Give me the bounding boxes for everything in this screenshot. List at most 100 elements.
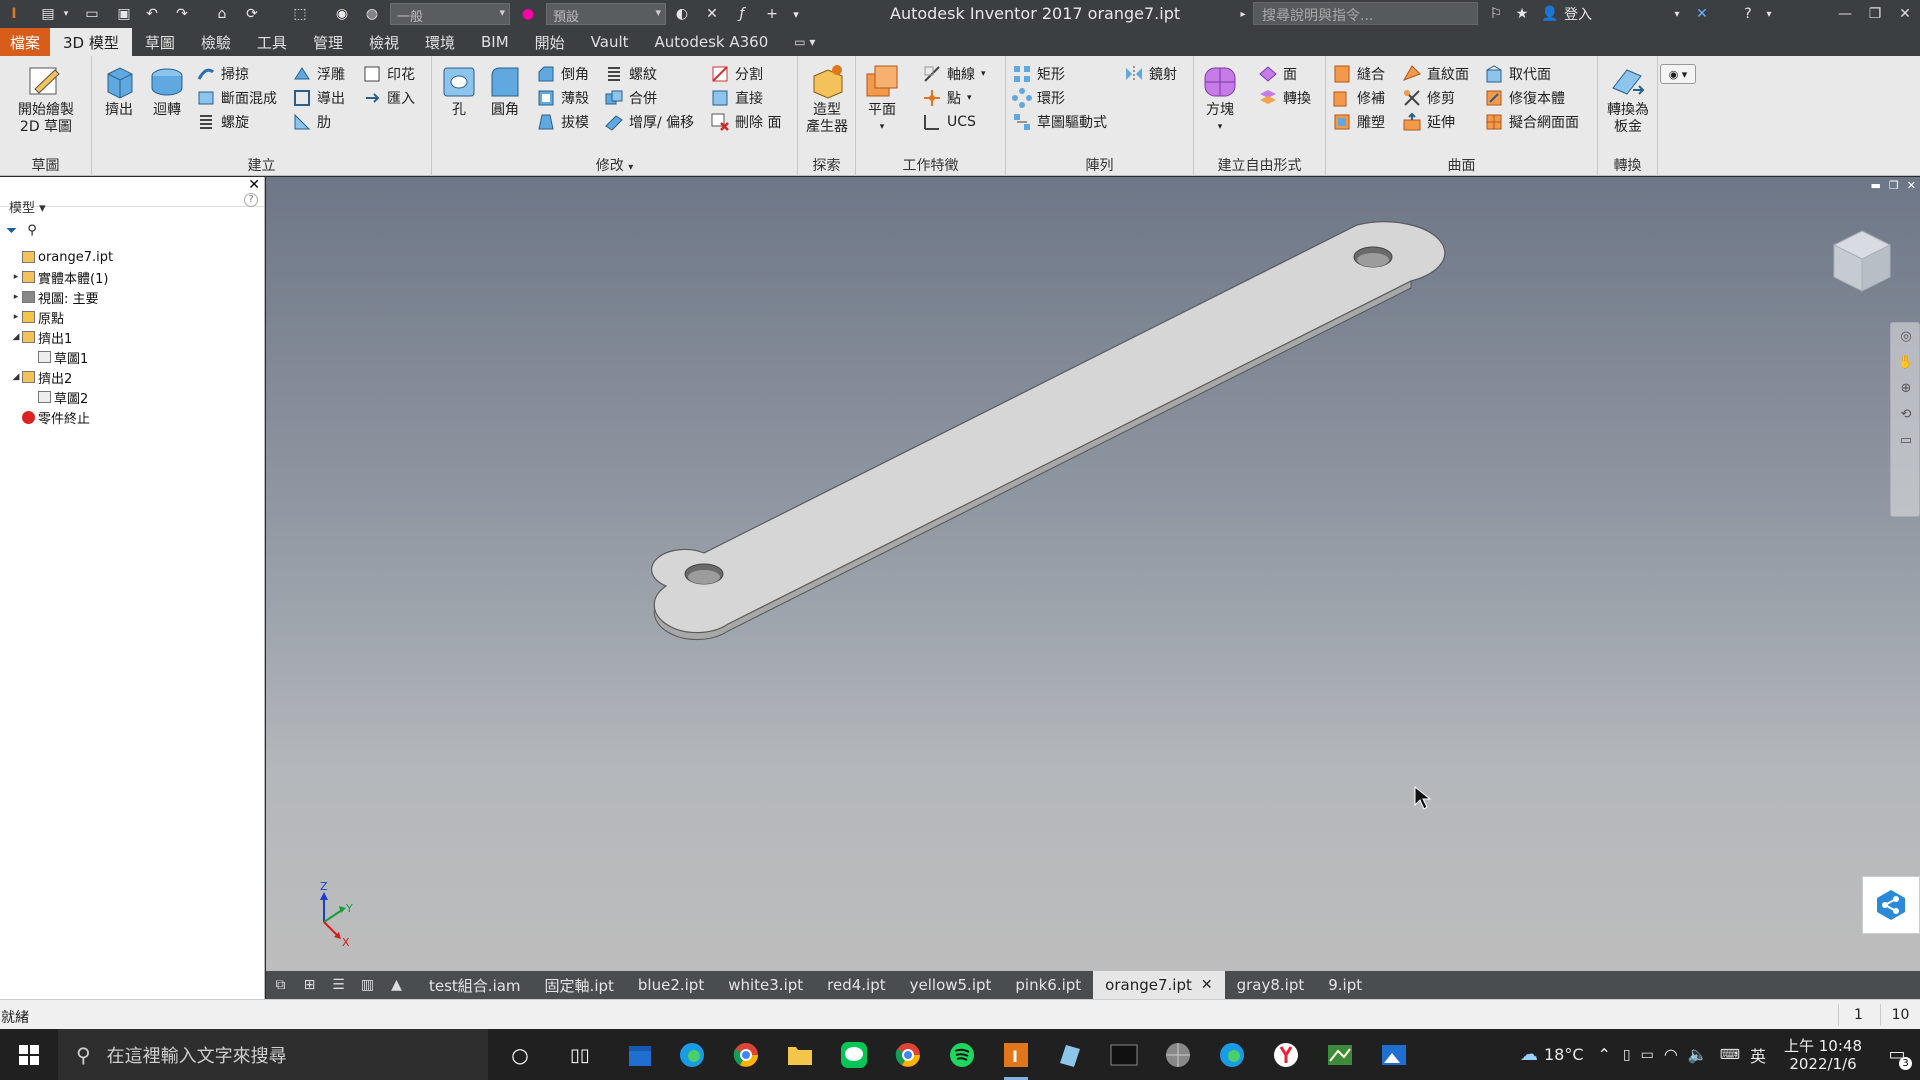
- tree-expander-icon[interactable]: ▸: [10, 272, 22, 282]
- add-icon[interactable]: +: [760, 4, 784, 24]
- globe-app-icon[interactable]: [1160, 1037, 1196, 1073]
- battery-icon[interactable]: ▭: [1641, 1047, 1654, 1063]
- help-icon[interactable]: ?: [1736, 4, 1760, 24]
- shell-button[interactable]: 薄殼: [536, 86, 589, 110]
- ribbon-tab[interactable]: 檢驗: [188, 28, 244, 56]
- update-icon[interactable]: ⟳: [240, 4, 264, 24]
- ribbon-tab[interactable]: 管理: [300, 28, 356, 56]
- document-tab[interactable]: blue2.ipt: [626, 971, 716, 999]
- mirror-button[interactable]: 鏡射: [1124, 62, 1177, 86]
- draft-button[interactable]: 拔模: [536, 110, 589, 134]
- arrange-windows-icon[interactable]: ⊞: [295, 971, 324, 999]
- exchange-icon[interactable]: ✕: [1690, 4, 1714, 24]
- home-icon[interactable]: ⌂: [210, 4, 234, 24]
- document-tab[interactable]: test組合.iam: [417, 971, 533, 999]
- ribbon-tab[interactable]: Vault: [578, 28, 642, 56]
- rib-button[interactable]: 肋: [292, 110, 331, 134]
- modify-panel-dropdown-icon[interactable]: ▾: [628, 162, 633, 173]
- combine-button[interactable]: 合併: [604, 86, 657, 110]
- volume-icon[interactable]: 🔈: [1688, 1045, 1708, 1064]
- split-button[interactable]: 分割: [710, 62, 763, 86]
- material-combo[interactable]: 預設: [546, 3, 666, 25]
- photo-app-icon[interactable]: [1322, 1037, 1358, 1073]
- customize-quick-access-icon[interactable]: ▾: [786, 4, 806, 24]
- network-icon[interactable]: ◠: [1664, 1045, 1678, 1064]
- replace-face-button[interactable]: 取代面: [1484, 62, 1551, 86]
- part-model[interactable]: [266, 177, 1920, 971]
- ribbon-tab[interactable]: BIM: [468, 28, 522, 56]
- tree-node[interactable]: ◢ 擠出1: [0, 327, 265, 347]
- repair-bodies-button[interactable]: 修復本體: [1484, 86, 1565, 110]
- ruled-surface-button[interactable]: 直紋面: [1402, 62, 1469, 86]
- emboss-button[interactable]: 浮雕: [292, 62, 345, 86]
- tree-node[interactable]: ▸ 原點: [0, 307, 265, 327]
- axis-button[interactable]: 軸線 ▾: [922, 62, 986, 86]
- spotify-icon[interactable]: [944, 1037, 980, 1073]
- ribbon-tab[interactable]: 3D 模型: [50, 28, 132, 56]
- sweep-button[interactable]: 掃掠: [196, 62, 249, 86]
- cortana-icon[interactable]: ○: [502, 1037, 538, 1073]
- close-icon[interactable]: ✕: [1890, 0, 1920, 28]
- sculpt-button[interactable]: 雕塑: [1332, 110, 1385, 134]
- material-icon[interactable]: ◉: [330, 4, 354, 24]
- document-tab[interactable]: white3.ipt: [716, 971, 815, 999]
- document-tab[interactable]: 固定軸.ipt: [533, 971, 626, 999]
- chrome-icon[interactable]: [890, 1037, 926, 1073]
- orbit-icon[interactable]: ⟲: [1891, 401, 1920, 427]
- tile-vertical-icon[interactable]: ▥: [353, 971, 382, 999]
- tree-node[interactable]: ▸ 實體本體(1): [0, 267, 265, 287]
- tree-expander-icon[interactable]: ▸: [10, 312, 22, 322]
- undo-icon[interactable]: ↶: [140, 4, 164, 24]
- document-tab[interactable]: gray8.ipt: [1225, 971, 1317, 999]
- clear-appearance-icon[interactable]: ✕: [700, 4, 724, 24]
- weather-temp[interactable]: 18°C: [1544, 1045, 1584, 1064]
- patch-button[interactable]: 修補: [1332, 86, 1385, 110]
- signin-link[interactable]: 登入: [1564, 4, 1604, 24]
- look-at-icon[interactable]: ▭: [1891, 427, 1920, 453]
- viewport-restore-icon[interactable]: ❐: [1889, 179, 1899, 192]
- cascade-windows-icon[interactable]: ⧉: [266, 971, 295, 999]
- appearance-icon[interactable]: ◍: [360, 4, 384, 24]
- autodesk-app-icon[interactable]: ⚐: [1484, 4, 1508, 24]
- convert-to-sheet-metal-button[interactable]: 轉換為 板金: [1602, 62, 1654, 136]
- shape-generator-button[interactable]: 造型 產生器: [802, 62, 852, 136]
- filter-icon[interactable]: ⏷: [6, 223, 17, 239]
- pan-icon[interactable]: ✋: [1891, 349, 1920, 375]
- ribbon-tab[interactable]: 工具: [244, 28, 300, 56]
- point-button[interactable]: 點 ▾: [922, 86, 972, 110]
- taskbar-search-box[interactable]: ⚲ 在這裡輸入文字來搜尋: [58, 1029, 488, 1080]
- help-dropdown-icon[interactable]: ▾: [1762, 4, 1776, 24]
- chamfer-button[interactable]: 倒角: [536, 62, 589, 86]
- extend-button[interactable]: 延伸: [1402, 110, 1455, 134]
- file-explorer-icon[interactable]: [782, 1037, 818, 1073]
- document-list-icon[interactable]: ▲: [382, 971, 411, 999]
- tray-overflow-icon[interactable]: ⌃: [1598, 1045, 1611, 1064]
- zoom-icon[interactable]: ⊕: [1891, 375, 1920, 401]
- redo-icon[interactable]: ↷: [170, 4, 194, 24]
- plane-button[interactable]: 平面 ▾: [860, 62, 904, 136]
- fillet-button[interactable]: 圓角: [482, 62, 528, 119]
- tree-node[interactable]: ▸ 視圖: 主要: [0, 287, 265, 307]
- document-tab[interactable]: red4.ipt: [815, 971, 897, 999]
- freeform-box-dropdown-icon[interactable]: ▾: [1218, 119, 1223, 136]
- user-icon[interactable]: 👤: [1540, 4, 1560, 24]
- keyboard-icon[interactable]: ⌨: [1720, 1047, 1740, 1063]
- ribbon-tab[interactable]: Autodesk A360: [642, 28, 782, 56]
- steering-wheel-icon[interactable]: ◎: [1891, 323, 1920, 349]
- adjust-icon[interactable]: ◐: [670, 4, 694, 24]
- tree-expander-icon[interactable]: ▸: [10, 292, 22, 302]
- stitch-button[interactable]: 縫合: [1332, 62, 1385, 86]
- terminal-icon[interactable]: [1106, 1037, 1142, 1073]
- thread-button[interactable]: 螺紋: [604, 62, 657, 86]
- thicken-offset-button[interactable]: 增厚/ 偏移: [604, 110, 694, 134]
- tree-expander-icon[interactable]: ◢: [10, 332, 22, 342]
- tile-horizontal-icon[interactable]: ☰: [324, 971, 353, 999]
- document-tab[interactable]: 9.ipt: [1316, 971, 1374, 999]
- search-expand-icon[interactable]: ▸: [1236, 4, 1250, 24]
- ucs-button[interactable]: UCS: [922, 110, 976, 134]
- sketch-driven-pattern-button[interactable]: 草圖驅動式: [1012, 110, 1107, 134]
- chrome-profile-icon[interactable]: [728, 1037, 764, 1073]
- tree-expander-icon[interactable]: ◢: [10, 372, 22, 382]
- tree-node[interactable]: 零件終止: [0, 407, 265, 427]
- ribbon-tab[interactable]: 草圖: [132, 28, 188, 56]
